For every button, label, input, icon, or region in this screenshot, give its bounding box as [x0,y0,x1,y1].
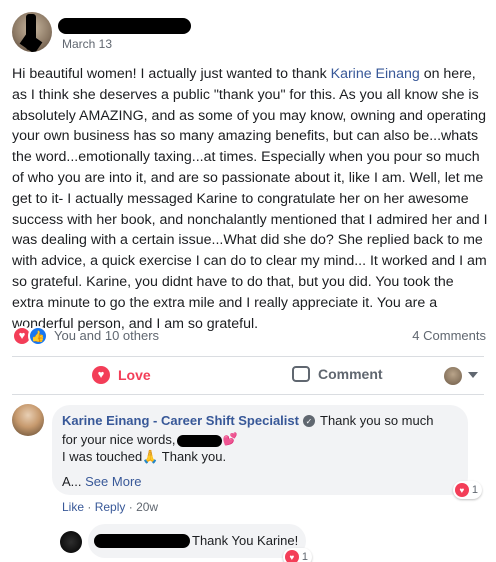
author-avatar[interactable] [12,12,52,52]
action-bar: ♥ Love Comment [12,362,484,392]
heart-icon: ♥ [454,483,469,497]
comment-text: A... [62,474,82,489]
comments-count[interactable]: 4 Comments [412,328,486,343]
hearts-emoji: 💕 [222,432,238,446]
comment-bubble: Karine Einang - Career Shift Specialist … [52,405,482,499]
redaction-mark [19,32,43,52]
reply-link[interactable]: Reply [95,500,126,514]
meta-separator: · [87,500,92,514]
love-label: Love [118,367,151,383]
meta-separator: · [128,500,133,514]
reaction-count[interactable]: You and 10 others [54,328,159,343]
like-icon: 👍 [28,326,48,346]
post-body: Hi beautiful women! I actually just want… [12,64,488,334]
replier-avatar[interactable] [60,531,82,553]
comment-label: Comment [318,366,383,382]
comment-author[interactable]: Karine Einang - Career Shift Specialist [62,413,299,428]
reply-bubble: Thank You Karine! ♥ 1 [88,524,312,562]
reaction-count: 1 [471,484,478,496]
comment-text: for your nice words, [62,432,176,447]
chevron-down-icon[interactable] [468,372,478,378]
shield-icon: ✓ [303,415,315,427]
heart-icon: ♥ [284,550,299,562]
comment-button[interactable]: Comment [292,366,383,382]
comment-text-line: for your nice words, 💕 [62,432,237,447]
comment-text: Thank you so much [320,413,434,428]
reply-text: Thank You Karine! [192,533,299,548]
comment-reaction-badge[interactable]: ♥ 1 [452,481,482,499]
pray-emoji: 🙏 [142,449,159,464]
comment-text: I was touched [62,449,143,464]
like-link[interactable]: Like [62,500,84,514]
redacted-name [177,434,223,447]
comment-text-line: I was touched🙏 Thank you. [62,449,226,465]
divider [12,394,484,395]
post-date[interactable]: March 13 [62,37,112,51]
post-header: March 13 [12,12,482,56]
comment-text: Thank you. [158,449,227,464]
audience-avatar[interactable] [444,367,462,385]
love-button[interactable]: ♥ Love [92,366,151,384]
reaction-count: 1 [301,551,308,562]
comment-text-line: A... See More [62,474,142,489]
reactions-summary[interactable]: ♥ 👍 You and 10 others 4 Comments [12,326,490,346]
comment-meta: Like · Reply · 20w [62,500,158,514]
reply-reaction-badge[interactable]: ♥ 1 [282,548,312,562]
post-text-rest: on here, as I think she deserves a publi… [12,66,488,332]
redacted-name [94,534,190,548]
post-text-start: Hi beautiful women! I actually just want… [12,66,331,82]
divider [12,356,484,357]
comment-icon [292,366,310,382]
comment-time[interactable]: 20w [136,500,158,514]
heart-icon: ♥ [92,366,110,384]
commenter-avatar[interactable] [12,404,44,436]
see-more-link[interactable]: See More [85,474,141,489]
author-name-redacted[interactable] [58,18,191,34]
mention-link[interactable]: Karine Einang [331,66,420,82]
